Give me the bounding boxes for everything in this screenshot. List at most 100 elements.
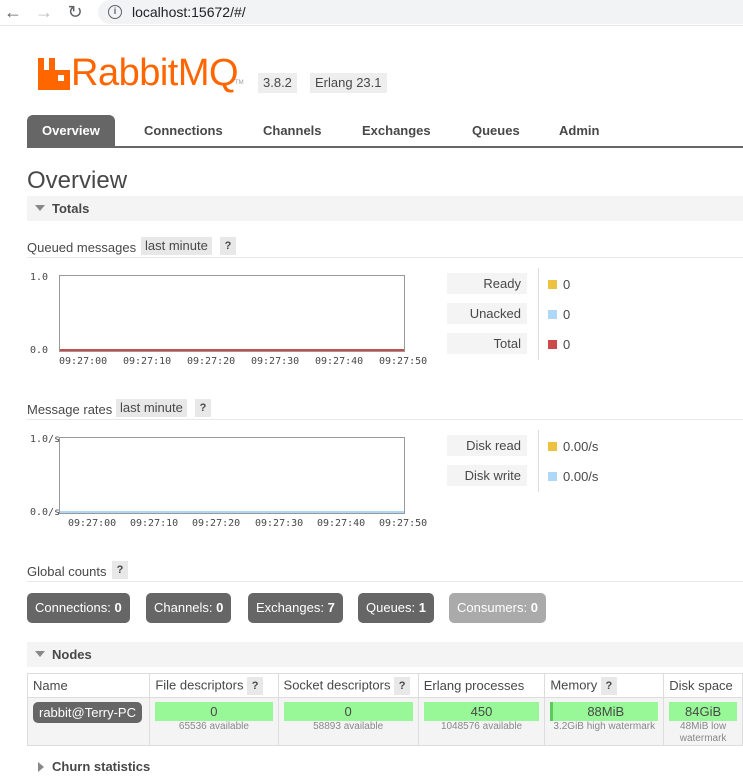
memory-bar: 88MiB [550, 702, 659, 721]
rates-x-tick: 09:27:10 [130, 518, 179, 529]
queued-messages-chart [59, 275, 405, 352]
global-counts-header: Global counts ? [27, 560, 743, 582]
queued-messages-title: Queued messages [27, 240, 137, 255]
totals-label: Totals [52, 201, 90, 216]
legend-disk-write-label: Disk write [447, 465, 527, 486]
tab-channels[interactable]: Channels [248, 115, 337, 146]
help-icon[interactable]: ? [600, 676, 617, 695]
help-icon[interactable]: ? [247, 676, 264, 695]
ready-value: 0 [563, 277, 571, 292]
unacked-swatch [548, 310, 557, 319]
erlang-version-badge: Erlang 23.1 [310, 73, 387, 93]
sockets-available: 58893 available [313, 721, 384, 732]
procs-available: 1048576 available [440, 721, 523, 732]
node-name-link[interactable]: rabbit@Terry-PC [33, 702, 142, 723]
logo-tm: TM [235, 80, 244, 86]
total-series-line [60, 349, 404, 351]
unacked-value: 0 [563, 307, 571, 322]
count-label: Exchanges: [256, 600, 324, 615]
tab-admin[interactable]: Admin [544, 115, 614, 146]
collapse-triangle-icon [35, 205, 45, 211]
fd-bar: 0 [155, 702, 273, 721]
col-disk-space: Disk space [663, 673, 743, 698]
rates-range-selector[interactable]: last minute [116, 399, 187, 417]
count-value: 1 [418, 600, 427, 615]
tab-connections[interactable]: Connections [129, 115, 238, 146]
col-name: Name [26, 673, 151, 698]
info-icon[interactable]: i [108, 5, 122, 19]
sockets-bar: 0 [283, 702, 413, 721]
node-name-cell: rabbit@Terry-PC [26, 697, 151, 746]
rates-x-tick: 09:27:40 [317, 518, 366, 529]
queues-count-button[interactable]: Queues: 1 [358, 593, 435, 623]
fd-available: 65536 available [178, 721, 249, 732]
tab-overview[interactable]: Overview [27, 115, 115, 146]
table-row: rabbit@Terry-PC 0 65536 available 0 5889… [26, 697, 743, 746]
col-memory: Memory ? [544, 673, 665, 698]
legend-disk-read-label: Disk read [447, 435, 527, 456]
count-value: 0 [216, 600, 224, 615]
tab-exchanges[interactable]: Exchanges [347, 115, 446, 146]
queued-x-tick: 09:27:30 [251, 356, 300, 367]
message-rates-chart [59, 437, 405, 514]
logo-text: RabbitMQ [71, 52, 239, 94]
totals-section-header[interactable]: Totals [27, 196, 743, 221]
main-nav-tabs: Overview Connections Channels Exchanges … [27, 115, 743, 148]
queued-x-tick: 09:27:40 [315, 356, 364, 367]
disk-cell: 84GiB 48MiB low watermark [663, 697, 743, 746]
rates-x-tick: 09:27:50 [379, 518, 428, 529]
url-text[interactable]: localhost:15672/#/ [132, 4, 246, 20]
collapse-triangle-icon [35, 651, 45, 657]
tab-queues[interactable]: Queues [457, 115, 535, 146]
queued-x-tick: 09:27:50 [379, 356, 428, 367]
memory-cell: 88MiB 3.2GiB high watermark [544, 697, 665, 746]
nodes-section-header[interactable]: Nodes [27, 642, 743, 667]
total-value: 0 [563, 337, 571, 352]
back-arrow-icon[interactable]: ← [2, 2, 24, 22]
queued-range-selector[interactable]: last minute [141, 237, 212, 255]
disk-write-swatch [548, 472, 557, 481]
help-icon[interactable]: ? [394, 676, 411, 695]
procs-bar: 450 [423, 702, 540, 721]
churn-section-header[interactable]: Churn statistics [27, 754, 743, 779]
message-rates-title: Message rates [27, 402, 113, 417]
legend-ready-label: Ready [447, 273, 527, 294]
procs-cell: 450 1048576 available [417, 697, 546, 746]
queued-x-tick: 09:27:00 [59, 356, 108, 367]
legend-divider [538, 430, 539, 492]
churn-label: Churn statistics [52, 759, 151, 774]
connections-count-button[interactable]: Connections: 0 [27, 593, 130, 623]
count-value: 7 [327, 600, 335, 615]
col-socket-descriptors: Socket descriptors ? [277, 673, 419, 698]
rates-x-tick: 09:27:30 [255, 518, 304, 529]
channels-count-button[interactable]: Channels: 0 [146, 593, 232, 623]
count-label: Queues: [366, 600, 416, 615]
consumers-count-button[interactable]: Consumers: 0 [449, 593, 546, 623]
disk-bar: 84GiB [669, 702, 737, 721]
count-value: 0 [114, 600, 122, 615]
queued-x-tick: 09:27:10 [123, 356, 172, 367]
count-label: Consumers: [457, 600, 528, 615]
legend-unacked-label: Unacked [447, 303, 527, 324]
address-bar[interactable]: i localhost:15672/#/ [98, 0, 743, 24]
count-label: Channels: [154, 600, 213, 615]
ready-swatch [548, 280, 557, 289]
disk-watermark: 48MiB low watermark [679, 721, 727, 744]
disk-read-swatch [548, 442, 557, 451]
rabbit-logo-icon [38, 58, 70, 90]
reload-icon[interactable]: ↻ [64, 2, 86, 22]
forward-arrow-icon[interactable]: → [33, 2, 55, 22]
queued-x-tick: 09:27:20 [187, 356, 236, 367]
rates-x-tick: 09:27:20 [192, 518, 241, 529]
expand-triangle-icon [38, 762, 44, 772]
col-erlang-processes: Erlang processes [417, 673, 546, 698]
legend-divider [538, 268, 539, 360]
nodes-table: Name File descriptors ? Socket descripto… [26, 673, 743, 746]
memory-watermark: 3.2GiB high watermark [553, 721, 656, 732]
exchanges-count-button[interactable]: Exchanges: 7 [248, 593, 343, 623]
rates-y-max: 1.0/s [30, 434, 61, 445]
global-counts-help-icon[interactable]: ? [112, 561, 128, 579]
queued-help-icon[interactable]: ? [220, 237, 236, 255]
page-title: Overview [27, 167, 128, 194]
rates-help-icon[interactable]: ? [195, 399, 211, 417]
